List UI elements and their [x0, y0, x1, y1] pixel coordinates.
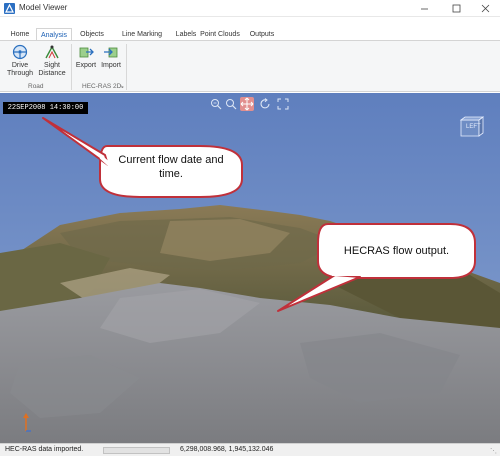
sight-distance-label-2: Distance	[38, 70, 66, 77]
group-label-hecras: HEC-RAS 2D	[82, 83, 122, 90]
group-separator	[71, 44, 72, 90]
orbit-icon[interactable]	[259, 98, 271, 110]
sight-distance-button[interactable]: Sight Distance	[36, 44, 68, 78]
ribbon-panel: Drive Through Sight Distance Road Export…	[0, 40, 500, 92]
minimize-icon	[420, 8, 428, 10]
export-button[interactable]: Export	[74, 44, 98, 70]
import-button[interactable]: Import	[99, 44, 123, 70]
sight-distance-label-1: Sight	[44, 62, 60, 69]
dialog-launcher-icon[interactable]: ↘	[119, 83, 124, 90]
flow-date-callout-line2: time.	[159, 168, 183, 180]
status-progress-bar	[103, 447, 170, 454]
maximize-button[interactable]	[441, 0, 471, 16]
import-label: Import	[101, 62, 121, 69]
sight-distance-icon	[45, 45, 59, 59]
group-label-road: Road	[28, 83, 44, 90]
zoom-out-icon[interactable]	[210, 98, 222, 110]
zoom-in-icon[interactable]	[225, 98, 237, 110]
maximize-icon	[452, 4, 460, 13]
import-icon	[104, 47, 118, 58]
drive-through-button[interactable]: Drive Through	[4, 44, 36, 78]
flow-date-callout: Current flow date and time.	[100, 153, 242, 181]
axis-indicator-icon	[23, 413, 31, 432]
minimize-button[interactable]	[409, 0, 439, 16]
fullscreen-icon[interactable]	[277, 98, 289, 110]
pan-icon[interactable]	[240, 97, 254, 111]
drive-through-label-1: Drive	[11, 62, 29, 69]
group-separator	[126, 44, 127, 90]
status-message: HEC-RAS data imported.	[5, 446, 84, 453]
window-title: Model Viewer	[19, 3, 68, 12]
status-bar: HEC-RAS data imported. 6,298,008.968, 1,…	[0, 443, 500, 456]
app-logo-icon	[4, 3, 15, 14]
flow-datetime-overlay: 22SEP2008 14:30:00	[3, 102, 88, 114]
flow-date-callout-line1: Current flow date and	[118, 154, 224, 166]
export-label: Export	[75, 62, 97, 69]
export-icon	[79, 47, 94, 58]
viewcube-face-label: LEFT	[466, 124, 481, 130]
cursor-coordinates: 6,298,008.968, 1,945,132.046	[180, 446, 274, 453]
terrain-scene	[0, 93, 500, 443]
3d-viewport[interactable]: 22SEP2008 14:30:00 LEFT Current flow dat…	[0, 93, 500, 443]
close-button[interactable]	[470, 0, 500, 16]
resize-grip-icon[interactable]: ⋱	[490, 447, 497, 455]
title-bar: Model Viewer	[0, 0, 500, 17]
steering-wheel-icon	[12, 44, 28, 60]
drive-through-label-2: Through	[6, 70, 34, 77]
hecras-output-callout: HECRAS flow output.	[343, 245, 450, 257]
close-icon	[481, 4, 489, 13]
